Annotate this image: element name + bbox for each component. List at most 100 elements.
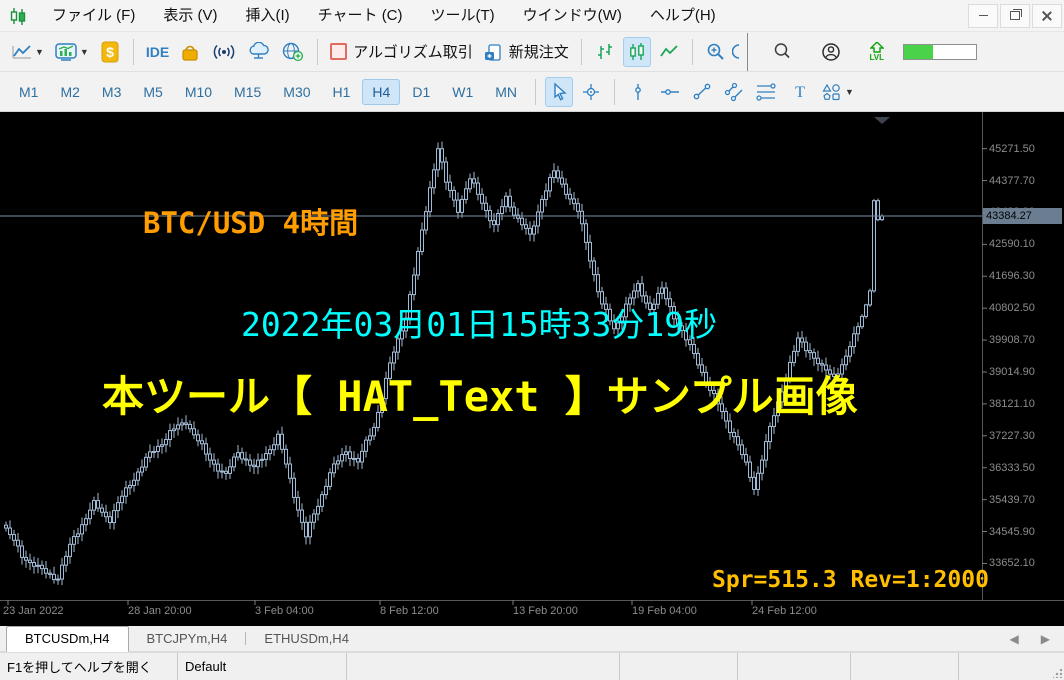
menu-item[interactable]: ファイル (F) [38,0,149,32]
trendline-icon [691,82,713,102]
status-cell [959,653,1064,680]
svg-text:$: $ [106,44,114,60]
timeframe-m2[interactable]: M2 [50,79,89,105]
profile-button[interactable] [817,37,845,67]
main-toolbar: ▼ ▼ $ IDE [0,32,1064,72]
menu-item[interactable]: ヘルプ(H) [636,0,730,32]
timeframe-toolbar: M1M2M3M5M10M15M30H1H4D1W1MN [0,72,1064,112]
search-button[interactable] [769,37,797,67]
timeframe-mn[interactable]: MN [485,79,527,105]
cursor-tool-button[interactable] [545,77,573,107]
next-chart-tab-button[interactable]: ▶ [1041,632,1050,646]
chart-tab[interactable]: BTCJPYm,H4 [129,627,246,651]
close-button[interactable] [1032,4,1062,28]
chart-window-icon [54,42,78,62]
timeframe-h1[interactable]: H1 [323,79,361,105]
minimize-icon [979,15,988,16]
chart-tab[interactable]: BTCUSDm,H4 [6,626,129,652]
market-button[interactable] [176,37,204,67]
menu-item[interactable]: 表示 (V) [149,0,231,32]
lvl-label: LVL [870,54,885,62]
candlestick-mode-button[interactable] [623,37,651,67]
candlestick-icon [627,42,647,62]
menu-item[interactable]: ツール(T) [417,0,509,32]
crosshair-tool-button[interactable] [577,77,605,107]
toolbar-separator [535,79,536,105]
window-controls [968,0,1064,31]
svg-text:T: T [795,84,805,101]
menu-bar: ファイル (F)表示 (V)挿入(I)チャート (C)ツール(T)ウインドウ(W… [0,0,1064,32]
resize-grip[interactable] [1053,669,1062,678]
horizontal-line-tool-button[interactable] [656,77,684,107]
vertical-line-icon [629,82,647,102]
ide-icon: IDE [146,44,169,60]
cloud-icon [247,42,271,62]
pane-separator [747,33,748,71]
ohlc-bars-icon [595,42,615,62]
chart-profile-button[interactable]: ▼ [51,37,92,67]
menu-item[interactable]: 挿入(I) [232,0,304,32]
shapes-icon [821,82,843,102]
zoom-out-icon[interactable] [732,42,740,62]
timeframe-m3[interactable]: M3 [92,79,131,105]
status-bar: F1を押してヘルプを開く Default [0,652,1064,680]
bar-chart-mode-button[interactable] [591,37,619,67]
chart-type-button[interactable]: ▼ [8,37,47,67]
shapes-tool-button[interactable]: ▼ [818,77,857,107]
timeframe-m10[interactable]: M10 [175,79,222,105]
new-order-icon [483,42,503,62]
signals-button[interactable] [208,37,240,67]
app-logo-icon [8,6,28,26]
restore-button[interactable] [1000,4,1030,28]
algo-trading-icon [330,43,347,60]
chart-tab[interactable]: ETHUSDm,H4 [246,627,367,651]
status-help-text: F1を押してヘルプを開く [0,653,178,680]
zoom-in-button[interactable] [702,37,730,67]
minimize-button[interactable] [968,4,998,28]
line-mode-icon [659,43,679,61]
menu-item[interactable]: ウインドウ(W) [509,0,636,32]
fibonacci-icon [755,82,779,102]
algo-trading-button[interactable]: アルゴリズム取引 [327,37,476,67]
text-tool-button[interactable]: T [786,77,814,107]
menu-items: ファイル (F)表示 (V)挿入(I)チャート (C)ツール(T)ウインドウ(W… [38,0,730,32]
community-button[interactable] [278,37,308,67]
status-cell [347,653,620,680]
metaeditor-button[interactable]: IDE [143,37,172,67]
new-order-button[interactable]: 新規注文 [480,37,572,67]
timeframe-h4[interactable]: H4 [362,79,400,105]
restore-icon [1010,11,1020,20]
timeframe-m15[interactable]: M15 [224,79,271,105]
timeframe-buttons: M1M2M3M5M10M15M30H1H4D1W1MN [8,79,528,105]
price-chart-canvas[interactable] [0,112,1064,626]
channel-tool-button[interactable] [720,77,748,107]
dollar-icon: $ [101,41,119,63]
line-chart-icon [11,43,33,61]
toolbar-separator [133,39,134,65]
text-icon: T [791,82,809,102]
trendline-tool-button[interactable] [688,77,716,107]
market-watch-button[interactable]: $ [96,37,124,67]
vps-button[interactable] [244,37,274,67]
level-up-arrow-icon [870,42,884,53]
horizontal-line-icon [659,82,681,102]
fibonacci-tool-button[interactable] [752,77,782,107]
chart-area[interactable]: BTC/USD 4時間 2022年03月01日15時33分19秒 本ツール【 H… [0,112,1064,626]
timeframe-m30[interactable]: M30 [273,79,320,105]
timeframe-w1[interactable]: W1 [442,79,483,105]
timeframe-m1[interactable]: M1 [9,79,48,105]
close-icon [1042,11,1052,21]
chevron-down-icon: ▼ [80,47,89,57]
line-chart-mode-button[interactable] [655,37,683,67]
lvl-button[interactable]: LVL [863,37,891,67]
prev-chart-tab-button[interactable]: ◀ [1010,632,1019,646]
vertical-line-tool-button[interactable] [624,77,652,107]
search-icon [773,42,793,62]
cursor-icon [549,82,569,102]
timeframe-m5[interactable]: M5 [133,79,172,105]
menu-item[interactable]: チャート (C) [304,0,417,32]
timeframe-d1[interactable]: D1 [402,79,440,105]
channel-icon [723,82,745,102]
mt5-window: ファイル (F)表示 (V)挿入(I)チャート (C)ツール(T)ウインドウ(W… [0,0,1064,680]
signal-icon [211,43,237,61]
